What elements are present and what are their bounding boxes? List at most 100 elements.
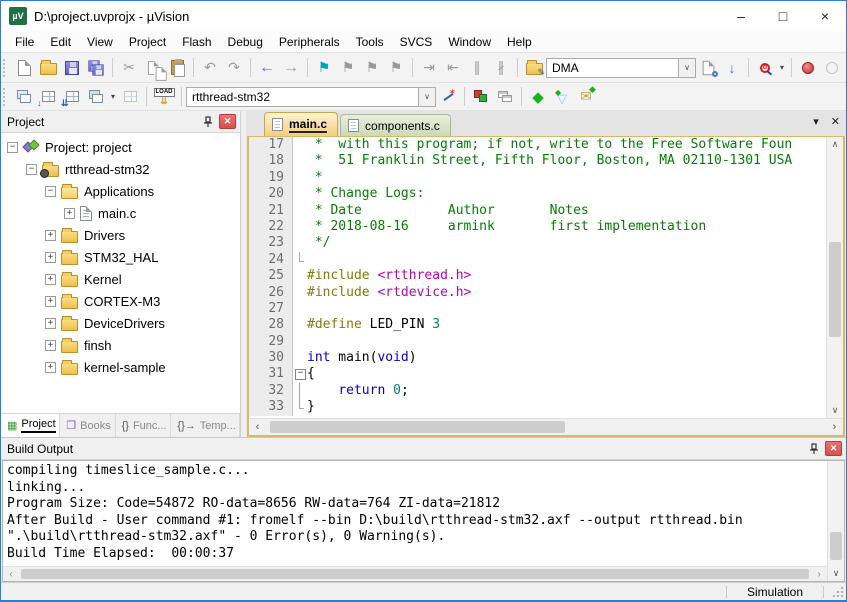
new-file-button[interactable]: [12, 57, 36, 79]
close-button[interactable]: ×: [804, 1, 846, 31]
paste-button[interactable]: [165, 57, 189, 79]
tree-item-devicedrivers[interactable]: + DeviceDrivers: [1, 312, 240, 334]
resize-grip[interactable]: [830, 583, 846, 600]
copy-button[interactable]: [141, 57, 165, 79]
code-line[interactable]: 19 *: [249, 170, 826, 186]
code-line[interactable]: 27: [249, 301, 826, 317]
navigate-forward-button[interactable]: →: [279, 57, 303, 79]
fold-marker[interactable]: [293, 301, 307, 317]
code-line[interactable]: 26 #include <rtdevice.h>: [249, 285, 826, 301]
tree-item-project-project[interactable]: − Project: project: [1, 136, 240, 158]
find-in-files-button[interactable]: ✎: [522, 57, 546, 79]
stop-build-button[interactable]: [118, 86, 142, 108]
tree-item-kernel-sample[interactable]: + kernel-sample: [1, 356, 240, 378]
tree-expander[interactable]: +: [45, 252, 56, 263]
editor-vertical-scrollbar[interactable]: ∧ ∨: [826, 137, 843, 418]
code-line[interactable]: 23 */: [249, 235, 826, 251]
save-button[interactable]: [60, 57, 84, 79]
tree-item-rtthread-stm32[interactable]: − rtthread-stm32: [1, 158, 240, 180]
open-file-button[interactable]: [36, 57, 60, 79]
menu-item-file[interactable]: File: [7, 33, 42, 51]
code-line[interactable]: 28 #define LED_PIN 3: [249, 317, 826, 333]
batch-build-button[interactable]: [84, 86, 108, 108]
panel-tab-books[interactable]: ❒ Books: [60, 414, 115, 437]
cut-button[interactable]: ✂: [117, 57, 141, 79]
target-select-value[interactable]: rtthread-stm32: [187, 90, 418, 104]
tree-expander[interactable]: +: [45, 318, 56, 329]
fold-marker[interactable]: [293, 186, 307, 202]
translate-file-button[interactable]: [12, 86, 36, 108]
start-debug-session-button[interactable]: d: [753, 57, 777, 79]
code-line[interactable]: 31 {: [249, 366, 826, 382]
menu-item-svcs[interactable]: SVCS: [392, 33, 441, 51]
scroll-up-arrow[interactable]: ∧: [827, 137, 843, 152]
tree-expander[interactable]: +: [45, 230, 56, 241]
scroll-left-arrow[interactable]: ‹: [249, 419, 266, 435]
vertical-scroll-thumb[interactable]: [830, 532, 842, 560]
navigate-back-button[interactable]: ←: [255, 57, 279, 79]
fold-marker[interactable]: [293, 268, 307, 284]
disable-breakpoint-button[interactable]: [820, 57, 844, 79]
horizontal-scroll-thumb[interactable]: [270, 421, 565, 433]
tree-expander[interactable]: +: [45, 296, 56, 307]
tree-expander[interactable]: +: [45, 362, 56, 373]
fold-marker[interactable]: [293, 219, 307, 235]
menu-item-flash[interactable]: Flash: [174, 33, 219, 51]
editor-tab-components-c[interactable]: components.c: [340, 114, 451, 136]
insert-breakpoint-button[interactable]: [796, 57, 820, 79]
scroll-down-arrow[interactable]: ∨: [827, 403, 843, 418]
rebuild-all-button[interactable]: ⇊: [60, 86, 84, 108]
editor-horizontal-scrollbar[interactable]: ‹ ›: [249, 418, 843, 435]
next-bookmark-button[interactable]: ⚑: [360, 57, 384, 79]
vertical-scroll-thumb[interactable]: [829, 242, 841, 337]
code-line[interactable]: 30 int main(void): [249, 350, 826, 366]
find-in-files-results-button[interactable]: [696, 57, 720, 79]
tree-item-kernel[interactable]: + Kernel: [1, 268, 240, 290]
multi-project-workspace-button[interactable]: [493, 86, 517, 108]
build-output-close-button[interactable]: ✕: [825, 441, 842, 456]
tree-expander[interactable]: +: [45, 340, 56, 351]
tree-item-cortex-m3[interactable]: + CORTEX-M3: [1, 290, 240, 312]
code-line[interactable]: 25 #include <rtthread.h>: [249, 268, 826, 284]
fold-marker[interactable]: [293, 383, 307, 399]
search-combobox[interactable]: DMA ∨: [546, 58, 696, 78]
download-button[interactable]: LOAD ⇊: [151, 87, 177, 107]
pin-button[interactable]: [200, 114, 216, 130]
toolbar-drag-handle[interactable]: [3, 88, 9, 106]
tree-item-stm32-hal[interactable]: + STM32_HAL: [1, 246, 240, 268]
clear-bookmarks-button[interactable]: ⚑: [384, 57, 408, 79]
pack-installer-button[interactable]: ✉◆: [574, 86, 598, 108]
pin-button[interactable]: [806, 441, 822, 457]
tree-item-finsh[interactable]: + finsh: [1, 334, 240, 356]
code-editor[interactable]: 17 * with this program; if not, write to…: [249, 137, 826, 418]
unindent-button[interactable]: ⇤: [441, 57, 465, 79]
redo-button[interactable]: ↷: [222, 57, 246, 79]
maximize-button[interactable]: □: [762, 1, 804, 31]
tree-expander[interactable]: +: [45, 274, 56, 285]
fold-marker[interactable]: [293, 317, 307, 333]
tree-expander[interactable]: −: [45, 186, 56, 197]
scroll-right-arrow[interactable]: ›: [826, 419, 843, 435]
menu-item-peripherals[interactable]: Peripherals: [271, 33, 348, 51]
indent-button[interactable]: ⇥: [417, 57, 441, 79]
code-line[interactable]: 32 return 0;: [249, 383, 826, 399]
select-software-packs-button[interactable]: ▽◆: [550, 86, 574, 108]
code-line[interactable]: 22 * 2018-08-16 armink first implementat…: [249, 219, 826, 235]
fold-marker[interactable]: [293, 285, 307, 301]
target-dropdown-button[interactable]: ∨: [418, 88, 435, 106]
menu-item-project[interactable]: Project: [121, 33, 174, 51]
target-select-combobox[interactable]: rtthread-stm32 ∨: [186, 87, 436, 107]
menu-item-view[interactable]: View: [79, 33, 121, 51]
code-line[interactable]: 24: [249, 252, 826, 268]
fold-marker[interactable]: [293, 170, 307, 186]
code-line[interactable]: 20 * Change Logs:: [249, 186, 826, 202]
build-output-log[interactable]: compiling timeslice_sample.c...linking..…: [7, 463, 823, 566]
tree-item-applications[interactable]: − Applications: [1, 180, 240, 202]
tree-item-drivers[interactable]: + Drivers: [1, 224, 240, 246]
kill-breakpoints-button[interactable]: [844, 57, 846, 79]
tree-expander[interactable]: +: [64, 208, 75, 219]
toolbar-drag-handle[interactable]: [3, 59, 9, 77]
code-line[interactable]: 18 * 51 Franklin Street, Fifth Floor, Bo…: [249, 153, 826, 169]
fold-marker[interactable]: [293, 203, 307, 219]
panel-tab-func-[interactable]: {} Func...: [116, 414, 172, 437]
